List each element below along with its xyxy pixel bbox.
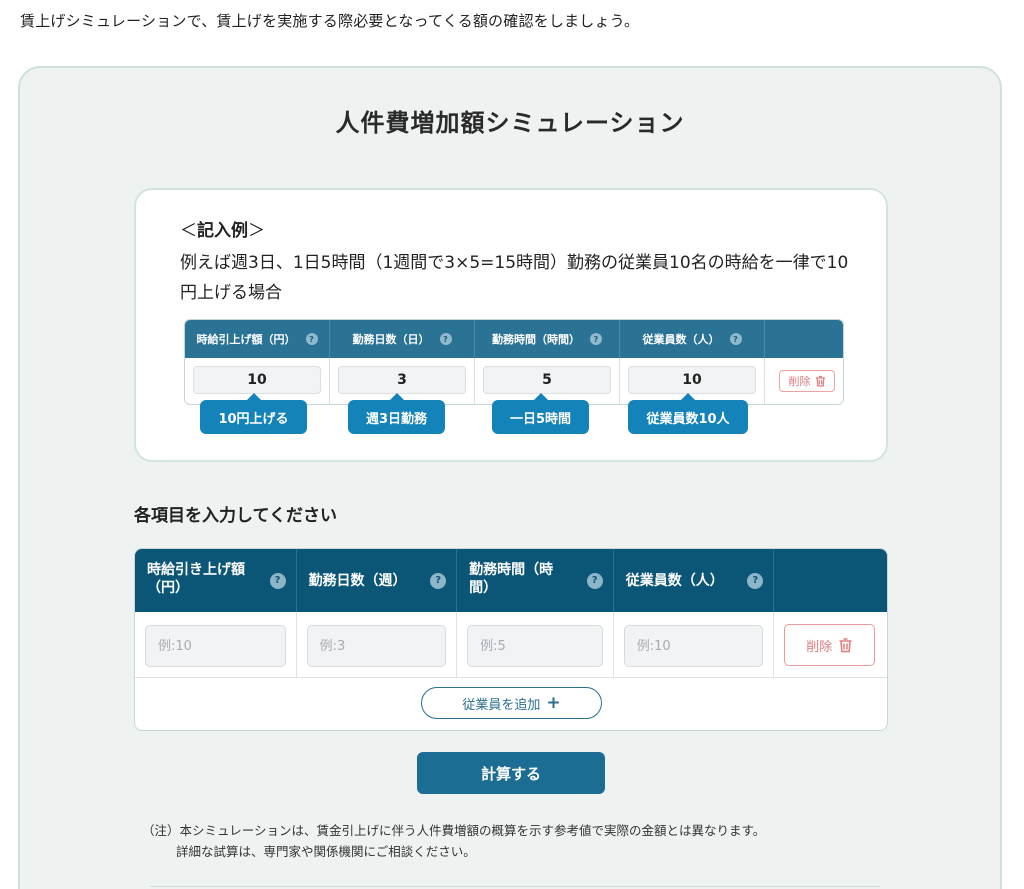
example-cell: 削除 (765, 358, 843, 404)
col-label: 勤務時間（時 (469, 562, 554, 578)
input-table: 時給引き上げ額 （円） ? 勤務日数（週） ? 勤務時間（時 間） ? 従業員数… (134, 548, 888, 731)
example-value-employees: 10 (628, 366, 756, 394)
example-col-hours: 勤務時間（時間） ? (475, 320, 620, 358)
example-col-label: 勤務時間（時間） (492, 333, 580, 346)
input-col-action (774, 549, 887, 612)
example-col-action (765, 320, 843, 358)
wage-increase-input[interactable] (145, 625, 286, 667)
help-icon[interactable]: ? (430, 573, 447, 589)
input-section-title: 各項目を入力してください (134, 506, 337, 526)
example-heading: ＜記入例＞ (180, 216, 265, 241)
example-table: 時給引上げ額（円） ? 勤務日数（日） ? 勤務時間（時間） ? 従業員数（人）… (184, 319, 844, 405)
input-col-employees: 従業員数（人） ? (614, 549, 775, 612)
callout-hours: 一日5時間 (492, 393, 589, 434)
example-col-label: 勤務日数（日） (352, 333, 430, 346)
delete-row-button[interactable]: 削除 (784, 624, 876, 666)
input-cell (297, 612, 458, 678)
help-icon[interactable]: ? (269, 573, 286, 589)
callout-employees: 従業員数10人 (628, 393, 748, 434)
note-line-1: （注）本シミュレーションは、賃金引上げに伴う人件費増額の概算を示す参考値で実際の… (142, 823, 766, 838)
input-col-hours: 勤務時間（時 間） ? (457, 549, 614, 612)
input-table-row: 削除 (135, 612, 887, 678)
add-row: 従業員を追加 + (135, 678, 887, 730)
input-table-header: 時給引き上げ額 （円） ? 勤務日数（週） ? 勤務時間（時 間） ? 従業員数… (135, 549, 887, 612)
example-cell: 5 (475, 358, 620, 404)
callout-wage: 10円上げる (200, 393, 307, 434)
calculate-button[interactable]: 計算する (417, 752, 605, 794)
example-col-label: 時給引上げ額（円） (196, 333, 296, 346)
example-col-label: 従業員数（人） (642, 333, 720, 346)
note-line-2: 詳細な試算は、専門家や関係機関にご相談ください。 (176, 844, 476, 859)
trash-icon (815, 375, 825, 387)
divider (150, 886, 880, 887)
callout-days: 週3日勤務 (348, 393, 445, 434)
heading-bracket-close: ＞ (248, 221, 265, 241)
help-icon[interactable]: ? (586, 573, 603, 589)
input-cell (135, 612, 297, 678)
trash-icon (839, 638, 852, 653)
add-employee-button[interactable]: 従業員を追加 + (421, 687, 602, 719)
help-icon[interactable]: ? (729, 333, 742, 345)
example-value-hours: 5 (483, 366, 611, 394)
work-hours-input[interactable] (467, 625, 603, 667)
employee-count-input[interactable] (623, 625, 764, 667)
disclaimer-note: （注）本シミュレーションは、賃金引上げに伴う人件費増額の概算を示す参考値で実際の… (142, 820, 765, 862)
help-icon[interactable]: ? (305, 333, 318, 345)
example-value-days: 3 (338, 366, 466, 394)
input-col-wage: 時給引き上げ額 （円） ? (135, 549, 297, 612)
help-icon[interactable]: ? (439, 333, 452, 345)
add-employee-label: 従業員を追加 (462, 697, 541, 713)
delete-label: 削除 (806, 639, 833, 655)
delete-label: 削除 (788, 375, 811, 388)
plus-icon: + (546, 693, 561, 713)
example-col-days: 勤務日数（日） ? (330, 320, 475, 358)
example-delete-button: 削除 (779, 370, 835, 392)
panel-title: 人件費増加額シミュレーション (335, 109, 685, 137)
example-col-employees: 従業員数（人） ? (620, 320, 765, 358)
intro-text: 賃上げシミュレーションで、賃上げを実施する際必要となってくる額の確認をしましょう… (20, 12, 640, 30)
example-col-wage: 時給引上げ額（円） ? (185, 320, 330, 358)
help-icon[interactable]: ? (590, 333, 602, 345)
input-cell (614, 612, 775, 678)
example-value-wage: 10 (193, 366, 321, 394)
example-table-row: 10 3 5 10 削除 (185, 358, 843, 404)
input-col-days: 勤務日数（週） ? (297, 549, 458, 612)
example-description: 例えば週3日、1日5時間（1週間で3×5=15時間）勤務の従業員10名の時給を一… (180, 253, 849, 303)
col-label: 間） (469, 580, 498, 596)
heading-label: 記入例 (197, 221, 248, 241)
heading-bracket-open: ＜ (180, 221, 197, 241)
work-days-input[interactable] (306, 625, 447, 667)
col-label: 勤務日数（週） (308, 572, 407, 589)
help-icon[interactable]: ? (747, 573, 764, 589)
input-cell: 削除 (774, 612, 887, 678)
input-cell (457, 612, 614, 678)
col-label: 従業員数（人） (625, 572, 724, 589)
col-label: （円） (147, 580, 189, 596)
simulation-panel: 人件費増加額シミュレーション ＜記入例＞ 例えば週3日、1日5時間（1週間で3×… (18, 66, 1002, 889)
col-label: 時給引き上げ額 (147, 562, 245, 578)
example-table-header: 時給引上げ額（円） ? 勤務日数（日） ? 勤務時間（時間） ? 従業員数（人）… (185, 320, 843, 358)
example-card: ＜記入例＞ 例えば週3日、1日5時間（1週間で3×5=15時間）勤務の従業員10… (134, 188, 888, 462)
